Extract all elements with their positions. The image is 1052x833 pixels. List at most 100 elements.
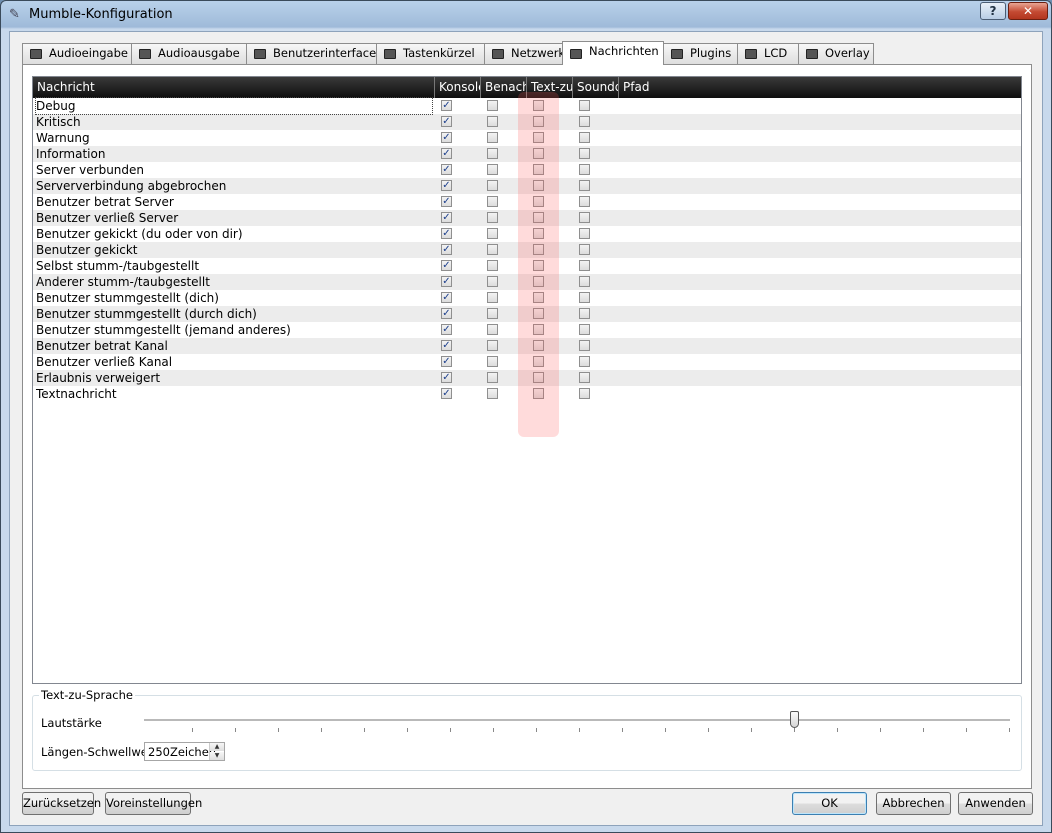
console-checkbox[interactable] bbox=[441, 356, 452, 367]
tts-checkbox[interactable] bbox=[533, 148, 544, 159]
column-header-notify[interactable]: Benach bbox=[481, 77, 527, 98]
tts-checkbox[interactable] bbox=[533, 276, 544, 287]
console-checkbox[interactable] bbox=[441, 340, 452, 351]
console-checkbox[interactable] bbox=[441, 260, 452, 271]
notify-checkbox[interactable] bbox=[487, 308, 498, 319]
sound-checkbox[interactable] bbox=[579, 100, 590, 111]
sound-checkbox[interactable] bbox=[579, 356, 590, 367]
notify-checkbox[interactable] bbox=[487, 372, 498, 383]
sound-checkbox[interactable] bbox=[579, 116, 590, 127]
close-button[interactable]: ✕ bbox=[1008, 2, 1048, 20]
notify-checkbox[interactable] bbox=[487, 164, 498, 175]
column-header-tts[interactable]: Text-zu- bbox=[527, 77, 573, 98]
console-checkbox[interactable] bbox=[441, 228, 452, 239]
sound-checkbox[interactable] bbox=[579, 228, 590, 239]
tts-checkbox[interactable] bbox=[533, 372, 544, 383]
notify-checkbox[interactable] bbox=[487, 356, 498, 367]
table-row[interactable]: Textnachricht bbox=[33, 386, 1021, 402]
column-header-sound[interactable]: Soundd bbox=[573, 77, 619, 98]
tts-checkbox[interactable] bbox=[533, 212, 544, 223]
title-bar[interactable]: ✎ Mumble-Konfiguration ? ✕ bbox=[1, 1, 1051, 29]
tab-plugins[interactable]: Plugins bbox=[663, 43, 738, 64]
table-row[interactable]: Benutzer stummgestellt (dich) bbox=[33, 290, 1021, 306]
table-row[interactable]: Serververbindung abgebrochen bbox=[33, 178, 1021, 194]
notify-checkbox[interactable] bbox=[487, 340, 498, 351]
tts-checkbox[interactable] bbox=[533, 308, 544, 319]
tts-checkbox[interactable] bbox=[533, 388, 544, 399]
table-row[interactable]: Benutzer verließ Server bbox=[33, 210, 1021, 226]
reset-button[interactable]: Zurücksetzen bbox=[22, 792, 101, 815]
tts-checkbox[interactable] bbox=[533, 244, 544, 255]
table-row[interactable]: Selbst stumm-/taubgestellt bbox=[33, 258, 1021, 274]
console-checkbox[interactable] bbox=[441, 276, 452, 287]
console-checkbox[interactable] bbox=[441, 324, 452, 335]
table-row[interactable]: Benutzer betrat Server bbox=[33, 194, 1021, 210]
notify-checkbox[interactable] bbox=[487, 260, 498, 271]
sound-checkbox[interactable] bbox=[579, 244, 590, 255]
sound-checkbox[interactable] bbox=[579, 324, 590, 335]
notify-checkbox[interactable] bbox=[487, 388, 498, 399]
console-checkbox[interactable] bbox=[441, 164, 452, 175]
table-row[interactable]: Information bbox=[33, 146, 1021, 162]
table-row[interactable]: Debug bbox=[33, 97, 1021, 115]
notify-checkbox[interactable] bbox=[487, 180, 498, 191]
spin-down-icon[interactable]: ▼ bbox=[210, 752, 224, 760]
notify-checkbox[interactable] bbox=[487, 132, 498, 143]
console-checkbox[interactable] bbox=[441, 100, 452, 111]
column-header-path[interactable]: Pfad bbox=[619, 77, 1021, 98]
cancel-button[interactable]: Abbrechen bbox=[876, 792, 951, 815]
notify-checkbox[interactable] bbox=[487, 228, 498, 239]
table-row[interactable]: Benutzer betrat Kanal bbox=[33, 338, 1021, 354]
sound-checkbox[interactable] bbox=[579, 292, 590, 303]
threshold-spinbox[interactable]: 250Zeichen ▲ ▼ bbox=[144, 742, 225, 761]
notify-checkbox[interactable] bbox=[487, 244, 498, 255]
tab-nachrichten[interactable]: Nachrichten bbox=[562, 41, 664, 65]
table-row[interactable]: Erlaubnis verweigert bbox=[33, 370, 1021, 386]
tts-checkbox[interactable] bbox=[533, 180, 544, 191]
volume-slider-track[interactable] bbox=[144, 719, 1010, 722]
console-checkbox[interactable] bbox=[441, 180, 452, 191]
console-checkbox[interactable] bbox=[441, 372, 452, 383]
tab-audioausgabe[interactable]: Audioausgabe bbox=[131, 43, 247, 64]
tab-lcd[interactable]: LCD bbox=[737, 43, 799, 64]
table-row[interactable]: Benutzer stummgestellt (jemand anderes) bbox=[33, 322, 1021, 338]
tab-netzwerk[interactable]: Netzwerk bbox=[484, 43, 565, 64]
notify-checkbox[interactable] bbox=[487, 148, 498, 159]
column-header-console[interactable]: Konsole bbox=[435, 77, 481, 98]
console-checkbox[interactable] bbox=[441, 132, 452, 143]
tts-checkbox[interactable] bbox=[533, 164, 544, 175]
tab-tastenkürzel[interactable]: Tastenkürzel bbox=[376, 43, 485, 64]
notify-checkbox[interactable] bbox=[487, 324, 498, 335]
table-row[interactable]: Kritisch bbox=[33, 114, 1021, 130]
help-button[interactable]: ? bbox=[980, 2, 1006, 20]
sound-checkbox[interactable] bbox=[579, 308, 590, 319]
console-checkbox[interactable] bbox=[441, 212, 452, 223]
tts-checkbox[interactable] bbox=[533, 116, 544, 127]
tts-checkbox[interactable] bbox=[533, 340, 544, 351]
sound-checkbox[interactable] bbox=[579, 276, 590, 287]
console-checkbox[interactable] bbox=[441, 244, 452, 255]
notify-checkbox[interactable] bbox=[487, 100, 498, 111]
tts-checkbox[interactable] bbox=[533, 324, 544, 335]
apply-button[interactable]: Anwenden bbox=[958, 792, 1033, 815]
notify-checkbox[interactable] bbox=[487, 276, 498, 287]
console-checkbox[interactable] bbox=[441, 116, 452, 127]
console-checkbox[interactable] bbox=[441, 388, 452, 399]
console-checkbox[interactable] bbox=[441, 308, 452, 319]
table-row[interactable]: Warnung bbox=[33, 130, 1021, 146]
sound-checkbox[interactable] bbox=[579, 212, 590, 223]
table-row[interactable]: Benutzer gekickt (du oder von dir) bbox=[33, 226, 1021, 242]
tts-checkbox[interactable] bbox=[533, 100, 544, 111]
sound-checkbox[interactable] bbox=[579, 164, 590, 175]
sound-checkbox[interactable] bbox=[579, 388, 590, 399]
notify-checkbox[interactable] bbox=[487, 196, 498, 207]
defaults-button[interactable]: Voreinstellungen bbox=[105, 792, 202, 815]
notify-checkbox[interactable] bbox=[487, 212, 498, 223]
tts-checkbox[interactable] bbox=[533, 196, 544, 207]
spin-up-icon[interactable]: ▲ bbox=[210, 743, 224, 751]
tab-overlay[interactable]: Overlay bbox=[798, 43, 874, 64]
console-checkbox[interactable] bbox=[441, 292, 452, 303]
tab-benutzerinterface[interactable]: Benutzerinterface bbox=[246, 43, 377, 64]
volume-slider-thumb[interactable] bbox=[789, 711, 799, 728]
tab-audioeingabe[interactable]: Audioeingabe bbox=[22, 43, 132, 64]
